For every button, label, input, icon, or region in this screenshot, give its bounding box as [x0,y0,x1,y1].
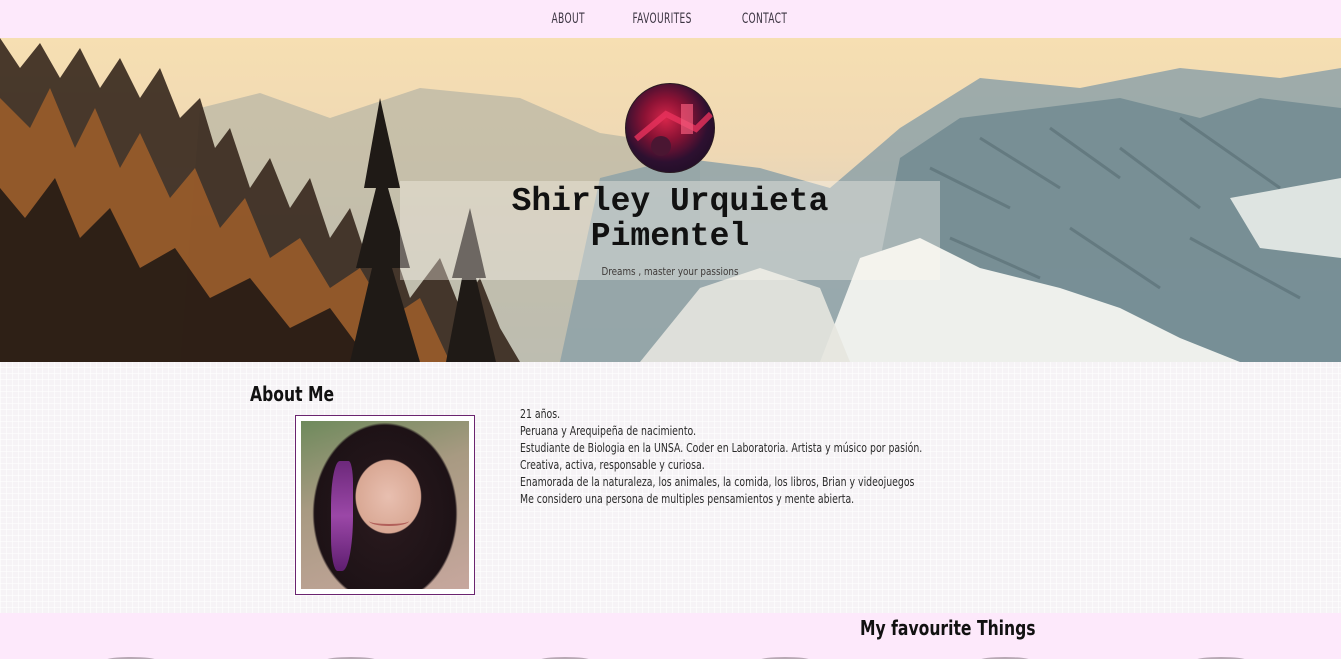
top-navigation: ABOUT FAVOURITES CONTACT [0,0,1341,38]
about-heading: About Me [250,382,335,406]
bio-line: 21 años. [520,407,561,421]
bio-line: Enamorada de la naturaleza, los animales… [520,475,915,489]
page-subtitle: Dreams , master your passions [601,265,739,278]
page-title: Shirley Urquieta Pimentel [400,184,940,254]
page-title-line-2: Pimentel [590,218,750,255]
bio-line: Estudiante de Biologia en la UNSA. Coder… [520,441,923,455]
nav-link-about[interactable]: ABOUT [551,11,584,27]
bio-line: Creativa, activa, responsable y curiosa. [520,458,705,472]
bio-text: 21 años. Peruana y Arequipeña de nacimie… [520,406,926,508]
profile-photo [301,421,469,589]
profile-avatar [625,83,715,173]
page-title-line-1: Shirley Urquieta [511,183,829,220]
nav-link-contact[interactable]: CONTACT [742,11,787,27]
hero-banner: Shirley Urquieta Pimentel Dreams , maste… [0,38,1341,362]
bio-line: Me considero una persona de multiples pe… [520,492,855,506]
nav-link-favourites[interactable]: FAVOURITES [632,11,691,27]
profile-photo-frame [295,415,475,595]
bio-line: Peruana y Arequipeña de nacimiento. [520,424,697,438]
favourites-section: My favourite Things [0,613,1341,659]
photo-hair-streak [331,461,353,571]
favourites-heading: My favourite Things [860,616,1036,640]
about-section: About Me 21 años. Peruana y Arequipeña d… [0,362,1341,613]
